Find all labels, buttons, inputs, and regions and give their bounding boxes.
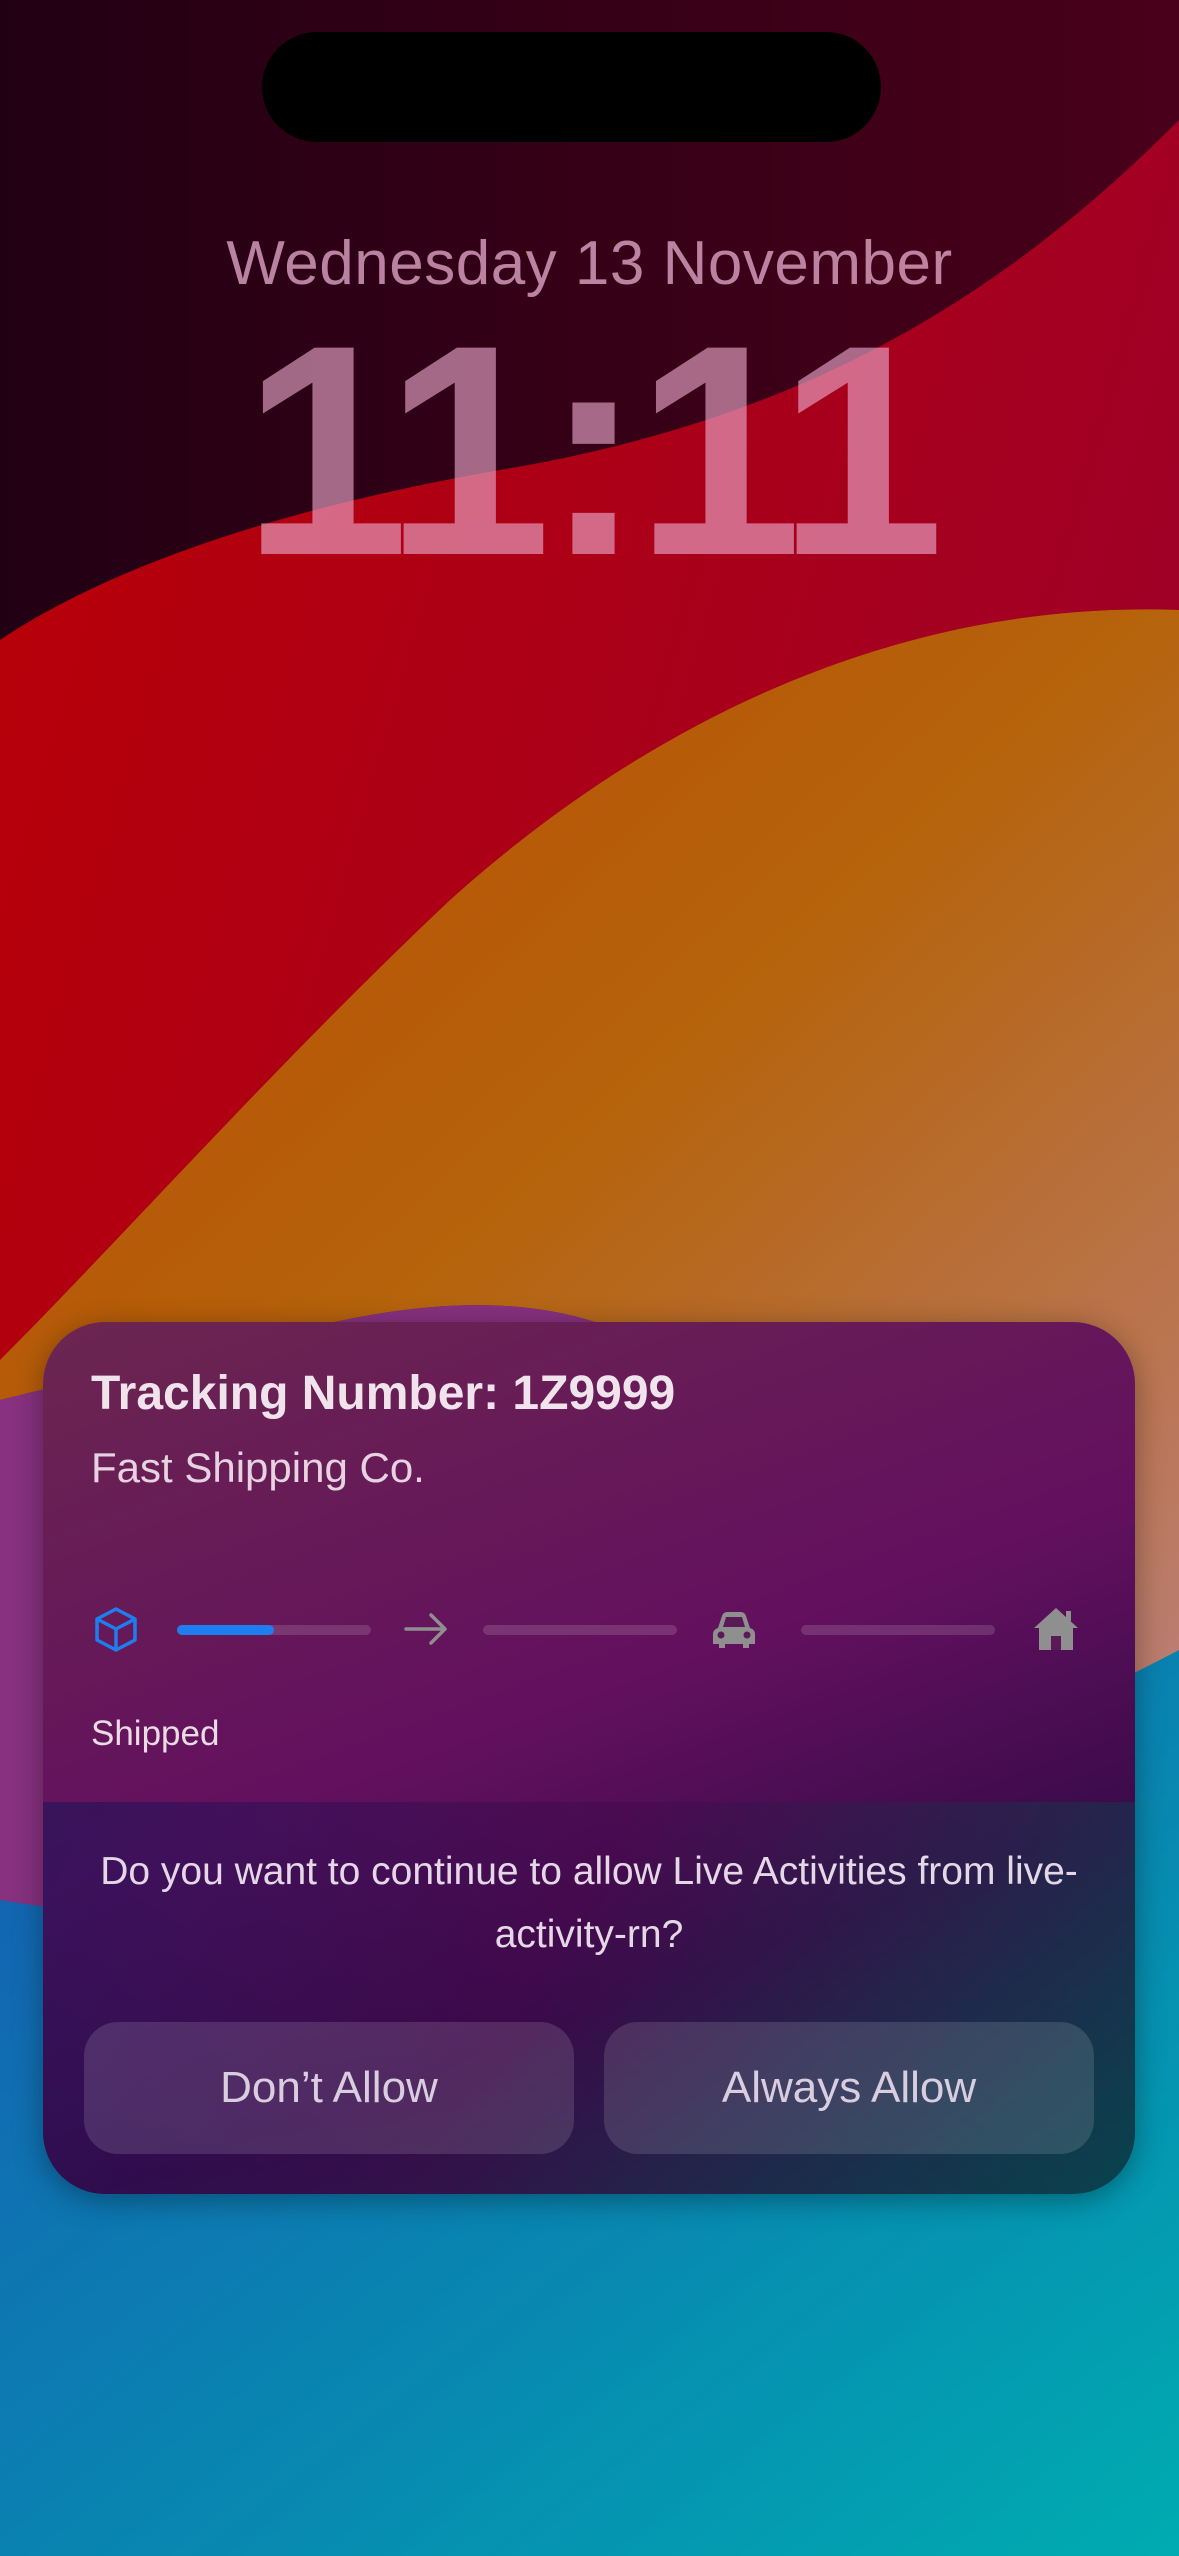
progress-segment-1-fill: [177, 1625, 274, 1635]
shipment-progress: [43, 1588, 1135, 1668]
box-icon: [95, 1607, 137, 1652]
shipment-status: Shipped: [91, 1714, 220, 1753]
always-allow-button[interactable]: Always Allow: [604, 2022, 1094, 2154]
dont-allow-button[interactable]: Don’t Allow: [84, 2022, 574, 2154]
house-icon: [1034, 1608, 1078, 1650]
progress-segment-1: [177, 1625, 371, 1635]
carrier-name: Fast Shipping Co.: [91, 1444, 425, 1491]
permission-message: Do you want to continue to allow Live Ac…: [100, 1850, 1078, 1956]
lock-screen-time: 11:11: [242, 282, 944, 618]
progress-segment-3: [801, 1625, 995, 1635]
tracking-title: Tracking Number: 1Z9999: [91, 1367, 676, 1420]
permission-prompt: Do you want to continue to allow Live Ac…: [43, 1802, 1135, 2194]
live-activity-card: Tracking Number: 1Z9999 Fast Shipping Co…: [43, 1322, 1135, 2194]
car-icon: [713, 1612, 755, 1648]
arrow-right-icon: [404, 1613, 447, 1645]
live-activity-content: Tracking Number: 1Z9999 Fast Shipping Co…: [43, 1322, 1135, 1802]
progress-segment-2: [483, 1625, 677, 1635]
dynamic-island: [262, 32, 881, 142]
